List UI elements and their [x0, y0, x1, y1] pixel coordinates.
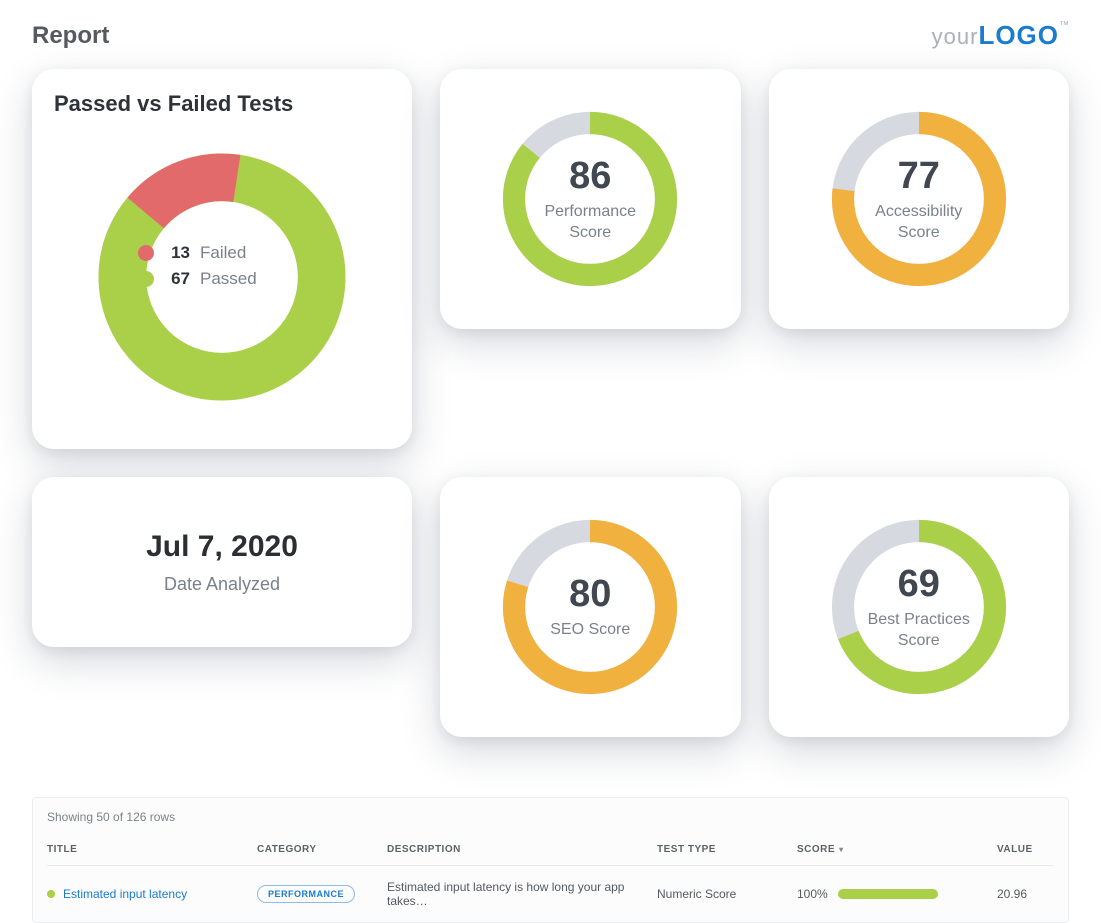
logo-prefix: your: [932, 24, 979, 49]
th-score[interactable]: SCORE▾: [797, 844, 987, 855]
gauge-icon: [495, 104, 685, 294]
dot-icon: [138, 245, 154, 261]
date-value: Jul 7, 2020: [146, 530, 298, 564]
cell-title: Estimated input latency: [47, 887, 247, 901]
cell-category: PERFORMANCE: [257, 885, 377, 903]
performance-gauge: 86 Performance Score: [495, 104, 685, 294]
failed-value: 13: [164, 243, 190, 263]
passed-value: 67: [164, 269, 190, 289]
th-title[interactable]: TITLE: [47, 844, 247, 855]
gauge-icon: [824, 512, 1014, 702]
failed-label: Failed: [200, 243, 246, 263]
legend-failed: 13 Failed: [138, 243, 257, 263]
pass-fail-title: Passed vs Failed Tests: [54, 91, 390, 117]
card-seo: 80 SEO Score: [440, 477, 741, 737]
sort-indicator-icon: ▾: [839, 845, 844, 854]
card-accessibility: 77 Accessibility Score: [769, 69, 1070, 329]
legend-passed: 67 Passed: [138, 269, 257, 289]
page-title: Report: [32, 22, 109, 50]
th-category[interactable]: CATEGORY: [257, 844, 377, 855]
pass-fail-chart: 13 Failed 67 Passed: [54, 127, 390, 427]
score-bar-icon: [838, 889, 938, 899]
passed-label: Passed: [200, 269, 257, 289]
cell-description: Estimated input latency is how long your…: [387, 880, 647, 908]
logo-brand: LOGO: [978, 20, 1059, 50]
dot-icon: [138, 271, 154, 287]
card-performance: 86 Performance Score: [440, 69, 741, 329]
th-value[interactable]: VALUE: [997, 844, 1097, 855]
gauge-icon: [824, 104, 1014, 294]
th-test-type[interactable]: TEST TYPE: [657, 844, 787, 855]
status-dot-icon: [47, 890, 55, 898]
gauge-icon: [495, 512, 685, 702]
brand-logo: yourLOGO™: [932, 20, 1069, 51]
logo-tm: ™: [1059, 20, 1069, 31]
results-table: Showing 50 of 126 rows TITLE CATEGORY DE…: [32, 797, 1069, 923]
accessibility-gauge: 77 Accessibility Score: [824, 104, 1014, 294]
dashboard-grid: Passed vs Failed Tests 13 Failed 67 Pass: [32, 69, 1069, 737]
row-count-label: Showing 50 of 126 rows: [47, 810, 1054, 824]
table-row[interactable]: Estimated input latency PERFORMANCE Esti…: [47, 866, 1054, 922]
category-badge: PERFORMANCE: [257, 885, 355, 903]
row-title-link[interactable]: Estimated input latency: [63, 887, 187, 901]
date-label: Date Analyzed: [164, 574, 280, 595]
th-description[interactable]: DESCRIPTION: [387, 844, 647, 855]
page-header: Report yourLOGO™: [32, 20, 1069, 51]
table-header-row: TITLE CATEGORY DESCRIPTION TEST TYPE SCO…: [47, 834, 1054, 866]
best-practices-gauge: 69 Best Practices Score: [824, 512, 1014, 702]
pass-fail-legend: 13 Failed 67 Passed: [138, 237, 257, 295]
cell-score: 100%: [797, 887, 987, 901]
seo-gauge: 80 SEO Score: [495, 512, 685, 702]
card-best-practices: 69 Best Practices Score: [769, 477, 1070, 737]
cell-test-type: Numeric Score: [657, 887, 787, 901]
cell-value: 20.96: [997, 887, 1097, 901]
card-date-analyzed: Jul 7, 2020 Date Analyzed: [32, 477, 412, 647]
score-text: 100%: [797, 887, 828, 901]
card-pass-fail: Passed vs Failed Tests 13 Failed 67 Pass: [32, 69, 412, 449]
